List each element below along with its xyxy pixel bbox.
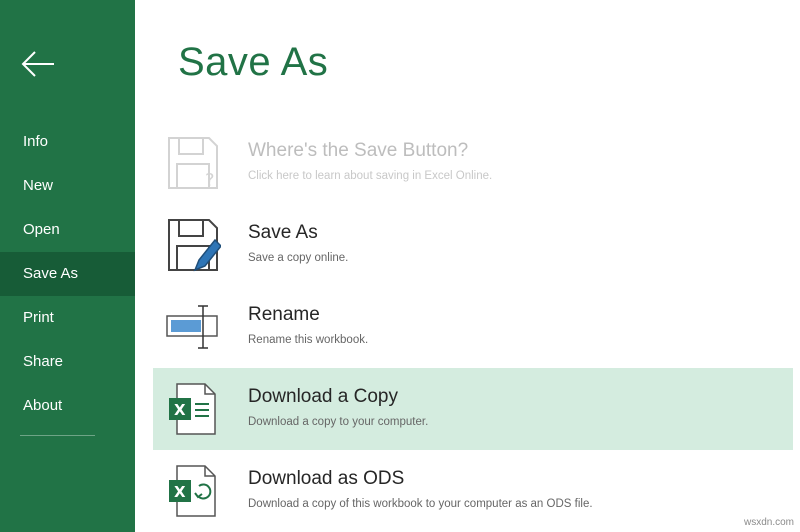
back-arrow-icon — [21, 51, 54, 77]
download-copy-option[interactable]: X Download a Copy Download a copy to you… — [153, 368, 793, 450]
option-title: Download as ODS — [248, 468, 405, 489]
svg-text:X: X — [174, 401, 186, 419]
sidebar-item-about[interactable]: About — [0, 384, 135, 428]
page-title: Save As — [178, 40, 329, 84]
rename-option[interactable]: Rename Rename this workbook. — [153, 286, 793, 368]
sidebar-item-share[interactable]: Share — [0, 340, 135, 384]
option-description: Save a copy online. — [248, 252, 349, 264]
excel-ods-icon: X — [169, 465, 216, 517]
sidebar-divider — [20, 435, 95, 436]
option-description: Click here to learn about saving in Exce… — [248, 170, 493, 182]
sidebar-item-print[interactable]: Print — [0, 296, 135, 340]
option-title: Save As — [248, 222, 318, 243]
option-description: Rename this workbook. — [248, 334, 369, 346]
svg-text:?: ? — [205, 170, 215, 191]
sidebar-item-save-as[interactable]: Save As — [0, 252, 135, 296]
option-title: Rename — [248, 304, 320, 325]
download-ods-option[interactable]: X Download as ODS Download a copy of thi… — [153, 450, 793, 532]
option-description: Download a copy to your computer. — [248, 416, 429, 428]
rename-icon — [166, 305, 218, 349]
option-title: Download a Copy — [248, 386, 398, 407]
svg-text:X: X — [174, 483, 186, 501]
sidebar-item-open[interactable]: Open — [0, 208, 135, 252]
sidebar-item-info[interactable]: Info — [0, 120, 135, 164]
help-save-button-option[interactable]: ? Where's the Save Button? Click here to… — [153, 122, 793, 204]
back-button[interactable] — [18, 44, 58, 84]
main-panel: Save As ? Where's the Save Button? Click… — [135, 0, 800, 532]
excel-file-icon: X — [169, 383, 216, 435]
floppy-question-icon: ? — [168, 137, 218, 191]
watermark: wsxdn.com — [743, 517, 794, 528]
sidebar: Info New Open Save As Print Share About — [0, 0, 135, 532]
sidebar-item-new[interactable]: New — [0, 164, 135, 208]
floppy-pencil-icon — [168, 219, 221, 272]
option-title: Where's the Save Button? — [248, 140, 469, 161]
option-description: Download a copy of this workbook to your… — [248, 498, 593, 510]
save-as-option[interactable]: Save As Save a copy online. — [153, 204, 793, 286]
